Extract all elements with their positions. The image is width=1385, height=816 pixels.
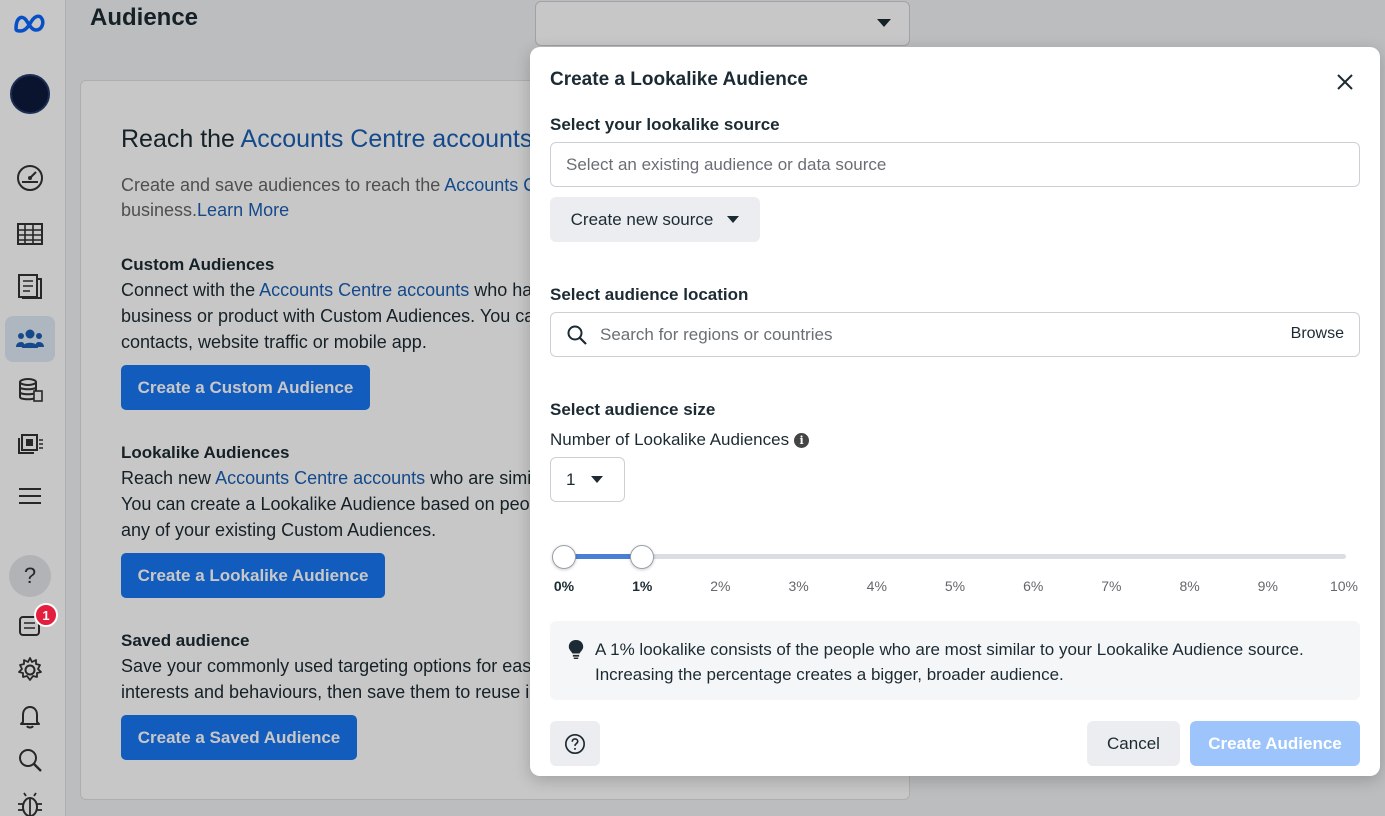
lookalike-dialog: Create a Lookalike Audience Select your … <box>530 47 1380 776</box>
browse-button[interactable]: Browse <box>1291 325 1344 343</box>
slider-handle-start[interactable] <box>552 545 576 569</box>
close-button[interactable] <box>1330 67 1360 97</box>
chevron-down-icon <box>727 216 740 223</box>
lookalike-tip: A 1% lookalike consists of the people wh… <box>550 621 1360 700</box>
notification-badge: 1 <box>34 603 58 627</box>
slider-tick-label: 1% <box>632 578 653 594</box>
size-label: Select audience size <box>550 400 716 419</box>
help-button[interactable] <box>550 721 600 766</box>
help-icon <box>565 733 585 754</box>
dialog-title: Create a Lookalike Audience <box>550 69 809 90</box>
create-audience-button[interactable]: Create Audience <box>1190 721 1360 766</box>
slider-tick-label: 6% <box>1023 578 1044 594</box>
search-icon <box>567 325 587 345</box>
slider-tick-label: 9% <box>1257 578 1278 594</box>
slider-tick-label: 4% <box>866 578 887 594</box>
close-icon <box>1337 74 1353 90</box>
slider-tick-label: 5% <box>944 578 966 594</box>
slider-handle-end[interactable] <box>630 545 655 569</box>
slider-tick-label: 3% <box>788 578 809 594</box>
chevron-down-icon <box>591 476 604 483</box>
slider-tick-label: 8% <box>1179 578 1200 594</box>
source-label: Select your lookalike source <box>550 115 780 134</box>
create-new-source-button[interactable]: Create new source <box>550 197 760 242</box>
slider-tick-label: 7% <box>1101 578 1122 594</box>
tip-text: A 1% lookalike consists of the people wh… <box>595 640 1304 684</box>
info-icon[interactable]: i <box>794 433 810 448</box>
lightbulb-icon <box>568 640 584 659</box>
cancel-button[interactable]: Cancel <box>1087 721 1180 766</box>
location-search-input[interactable]: Search for regions or countries Browse <box>550 312 1360 357</box>
number-label: Number of Lookalike Audiences i <box>550 430 810 450</box>
slider-tick-label: 10% <box>1329 578 1359 594</box>
slider-tick-label: 0% <box>553 578 575 594</box>
size-slider-track[interactable] <box>564 554 1346 559</box>
source-input[interactable]: Select an existing audience or data sour… <box>550 142 1360 187</box>
number-select[interactable]: 1 <box>550 457 625 502</box>
location-label: Select audience location <box>550 285 749 304</box>
slider-tick-label: 2% <box>710 578 731 594</box>
